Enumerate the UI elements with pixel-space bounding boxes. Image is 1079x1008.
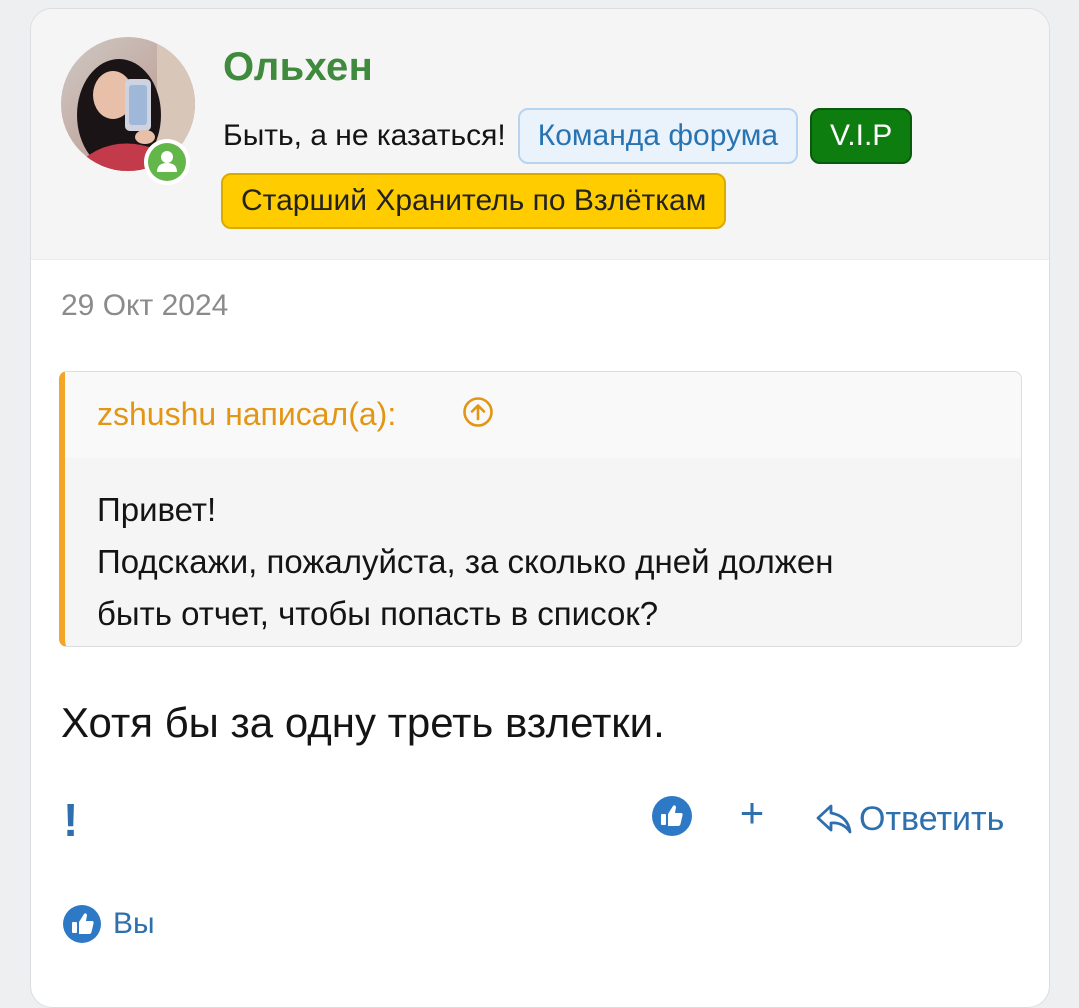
banner-forum-team: Команда форума bbox=[517, 108, 799, 164]
banner-vip: V.I.P bbox=[810, 108, 913, 164]
reply-button[interactable]: Ответить bbox=[815, 797, 1004, 841]
quote-header: zshushu написал(а): bbox=[65, 372, 1021, 458]
quote-line: Привет! bbox=[97, 491, 217, 528]
thumbs-up-icon bbox=[60, 902, 104, 946]
author-custom-title: Быть, а не казаться! bbox=[223, 119, 506, 152]
post-message: Хотя бы за одну треть взлетки. bbox=[61, 699, 665, 746]
post-date[interactable]: 29 Окт 2024 bbox=[61, 289, 228, 323]
add-button[interactable]: + bbox=[737, 792, 767, 834]
post-author-header: Ольхен Быть, а не казаться! Команда фору… bbox=[31, 9, 1049, 260]
author-banner-row: Старший Хранитель по Взлёткам bbox=[221, 173, 727, 229]
quote-attribution[interactable]: zshushu написал(а): bbox=[97, 396, 396, 433]
author-username[interactable]: Ольхен bbox=[223, 45, 373, 90]
reactions-bar[interactable]: Вы bbox=[59, 901, 155, 947]
online-status-icon bbox=[144, 139, 190, 185]
quote-block: zshushu написал(а): Привет! Подскажи, по… bbox=[59, 371, 1022, 647]
reactions-users[interactable]: Вы bbox=[113, 907, 155, 941]
banner-senior-keeper: Старший Хранитель по Взлёткам bbox=[221, 173, 727, 229]
quote-line: быть отчет, чтобы попасть в список? bbox=[97, 595, 659, 632]
quote-content: Привет! Подскажи, пожалуйста, за сколько… bbox=[97, 484, 833, 640]
reply-arrow-icon bbox=[816, 804, 852, 834]
reply-label: Ответить bbox=[859, 799, 1005, 838]
author-title-row: Быть, а не казаться! Команда форума V.I.… bbox=[223, 108, 913, 164]
report-button[interactable]: ! bbox=[63, 795, 78, 845]
post-card: Ольхен Быть, а не казаться! Команда фору… bbox=[30, 8, 1050, 1008]
quote-line: Подскажи, пожалуйста, за сколько дней до… bbox=[97, 543, 834, 580]
arrow-up-circle-icon[interactable] bbox=[462, 396, 494, 428]
thumbs-up-icon bbox=[652, 796, 692, 836]
like-button[interactable] bbox=[651, 795, 693, 837]
